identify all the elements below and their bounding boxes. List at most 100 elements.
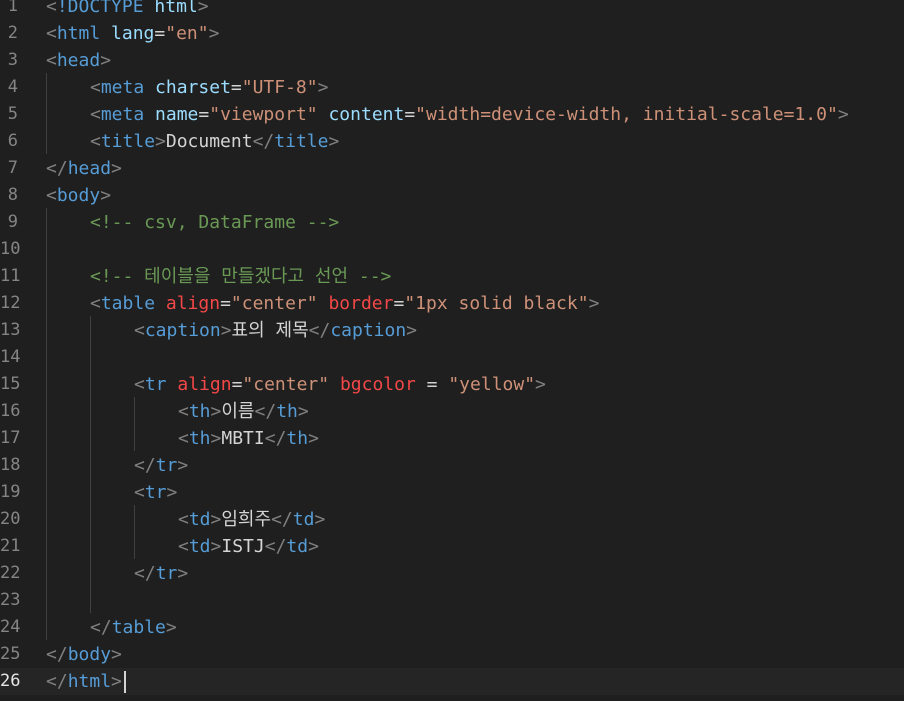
code-token: th bbox=[188, 401, 211, 422]
code-token: > bbox=[177, 563, 189, 584]
code-token: > bbox=[317, 77, 329, 98]
code-token: > bbox=[166, 482, 178, 503]
line-code: <caption>표의 제목</caption> bbox=[134, 317, 417, 344]
code-token: </ bbox=[46, 671, 68, 692]
code-token: lang bbox=[111, 23, 155, 44]
line-number: 17 bbox=[0, 428, 21, 448]
code-line[interactable]: 13 <caption>표의 제목</caption> bbox=[0, 317, 904, 344]
code-token: 표의 제목 bbox=[231, 320, 309, 341]
code-line[interactable]: 15 <tr align="center" bgcolor = "yellow"> bbox=[0, 371, 904, 398]
code-token: < bbox=[134, 374, 145, 395]
code-token: > bbox=[165, 617, 177, 638]
code-line[interactable]: 6 <title>Document</title> bbox=[0, 128, 904, 155]
code-token: > bbox=[111, 158, 122, 179]
code-token: "en" bbox=[165, 23, 209, 44]
line-code: <!-- 테이블을 만들겠다고 선언 --> bbox=[90, 263, 391, 290]
line-number: 1 bbox=[7, 0, 18, 16]
code-token: </ bbox=[264, 428, 287, 449]
code-line[interactable]: 20 <td>임희주</td> bbox=[0, 506, 904, 533]
line-code: </body> bbox=[46, 641, 122, 668]
code-line[interactable]: 7 </head> bbox=[0, 155, 904, 182]
code-line[interactable]: 26 </html> bbox=[0, 668, 904, 695]
line-code: <th>이름</th> bbox=[178, 398, 309, 425]
code-token: </ bbox=[308, 320, 331, 341]
code-line[interactable]: 12 <table align="center" border="1px soli… bbox=[0, 290, 904, 317]
code-token: bgcolor bbox=[339, 374, 416, 395]
code-line[interactable]: 23 bbox=[0, 587, 904, 614]
code-token: > bbox=[535, 374, 546, 395]
code-line[interactable]: 17 <th>MBTI</th> bbox=[0, 425, 904, 452]
code-token: head bbox=[67, 158, 112, 179]
code-line[interactable]: 18 </tr> bbox=[0, 452, 904, 479]
line-number: 13 bbox=[0, 320, 21, 340]
line-number: 11 bbox=[0, 266, 21, 286]
code-token: td bbox=[292, 509, 315, 530]
code-token: < bbox=[90, 77, 101, 98]
code-line[interactable]: 9 <!-- csv, DataFrame --> bbox=[0, 209, 904, 236]
code-line[interactable]: 21 <td>ISTJ</td> bbox=[0, 533, 904, 560]
code-token: > bbox=[208, 23, 220, 44]
code-line[interactable]: 10 bbox=[0, 236, 904, 263]
code-token: > bbox=[100, 185, 112, 206]
code-token: > bbox=[837, 104, 849, 125]
code-token: = bbox=[230, 77, 242, 98]
code-token: </ bbox=[271, 509, 293, 530]
code-line[interactable]: 24 </table> bbox=[0, 614, 904, 641]
code-token: > bbox=[210, 401, 222, 422]
code-token: < bbox=[134, 482, 145, 503]
code-token: title bbox=[100, 131, 156, 152]
code-line[interactable]: 25 </body> bbox=[0, 641, 904, 668]
code-line[interactable]: 2 <html lang="en"> bbox=[0, 20, 904, 47]
code-line[interactable]: 22 </tr> bbox=[0, 560, 904, 587]
code-token: table bbox=[100, 293, 156, 314]
line-number: 8 bbox=[7, 185, 18, 205]
code-line[interactable]: 19 <tr> bbox=[0, 479, 904, 506]
line-number: 15 bbox=[0, 374, 21, 394]
code-line[interactable]: 8 <body> bbox=[0, 182, 904, 209]
code-token: 임희주 bbox=[221, 509, 272, 530]
line-number: 12 bbox=[0, 293, 21, 313]
code-token: > bbox=[111, 671, 122, 692]
code-line[interactable]: 3 <head> bbox=[0, 47, 904, 74]
code-token: < bbox=[134, 320, 145, 341]
code-token: title bbox=[274, 131, 329, 152]
code-token: < bbox=[46, 23, 57, 44]
code-token: name bbox=[155, 104, 199, 125]
code-token: th bbox=[276, 401, 298, 422]
code-line[interactable]: 16 <th>이름</th> bbox=[0, 398, 904, 425]
line-code: </table> bbox=[90, 614, 177, 641]
code-line[interactable]: 14 bbox=[0, 344, 904, 371]
line-code: <tr align="center" bgcolor = "yellow"> bbox=[134, 371, 546, 398]
code-token: </ bbox=[252, 131, 275, 152]
code-token: meta bbox=[100, 77, 145, 98]
code-line[interactable]: 5 <meta name="viewport" content="width=de… bbox=[0, 101, 904, 128]
code-token: > bbox=[297, 401, 309, 422]
code-token: < bbox=[90, 104, 101, 125]
line-number: 19 bbox=[0, 482, 21, 502]
code-line[interactable]: 1 <!DOCTYPE html> bbox=[0, 0, 904, 20]
code-token: tr bbox=[155, 455, 178, 476]
code-token: > bbox=[210, 536, 222, 557]
code-token: > bbox=[220, 320, 232, 341]
code-token: = bbox=[404, 104, 416, 125]
code-line[interactable]: 11 <!-- 테이블을 만들겠다고 선언 --> bbox=[0, 263, 904, 290]
code-token: = bbox=[393, 293, 405, 314]
line-code: </tr> bbox=[134, 452, 188, 479]
line-code: <table align="center" border="1px solid … bbox=[90, 290, 599, 317]
code-token: align bbox=[165, 293, 221, 314]
code-token: < bbox=[178, 536, 189, 557]
code-editor[interactable]: 1 <!DOCTYPE html> 2 <html lang="en"> 3 <head>… bbox=[0, 0, 904, 701]
code-line[interactable]: 4 <meta charset="UTF-8"> bbox=[0, 74, 904, 101]
code-token: "width=device-width, initial-scale=1.0" bbox=[415, 104, 838, 125]
line-code: </head> bbox=[46, 155, 122, 182]
line-number: 24 bbox=[0, 617, 21, 637]
code-token: align bbox=[177, 374, 232, 395]
code-token: "yellow" bbox=[448, 374, 536, 395]
line-code: <tr> bbox=[134, 479, 177, 506]
code-token: tr bbox=[144, 482, 167, 503]
